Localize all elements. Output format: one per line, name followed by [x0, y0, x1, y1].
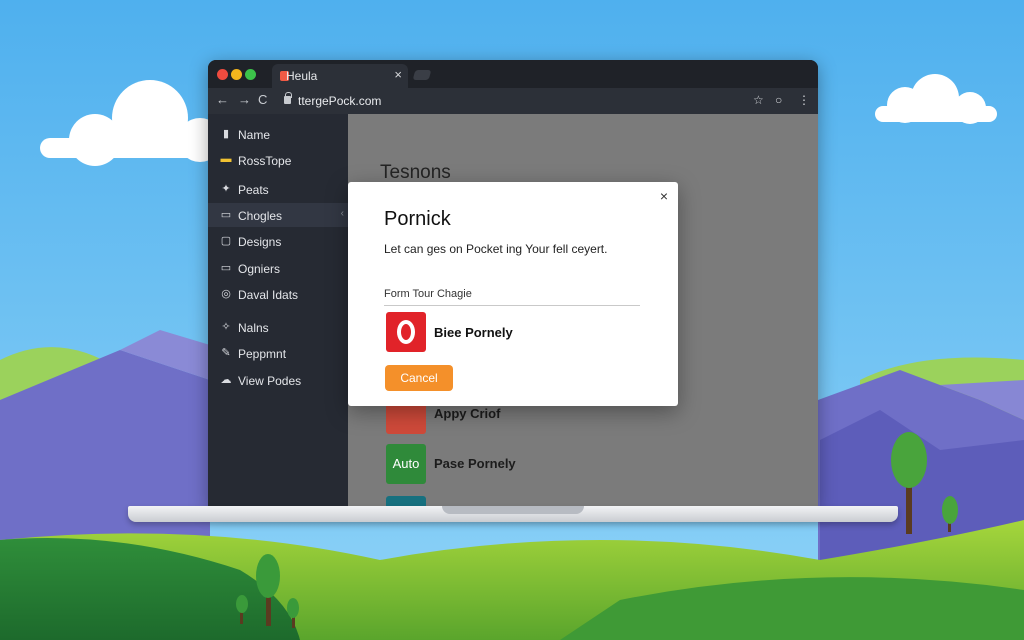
sidebar-item-name[interactable]: ▮ Name — [208, 122, 348, 146]
tab-title: Heula — [286, 69, 318, 83]
sidebar-item-rosstope[interactable]: ▬ RossTope — [208, 148, 348, 172]
sidebar-item-label: Name — [238, 128, 271, 142]
sidebar-item-label: Ogniers — [238, 262, 281, 276]
browser-menu-icon[interactable]: ⋮ — [798, 93, 810, 107]
folder-outline-icon: ▭ — [220, 262, 232, 274]
tab-close-icon[interactable]: × — [394, 67, 402, 82]
app-list-item[interactable]: Auto Pase Pornely — [386, 444, 766, 486]
sidebar-item-label: View Podes — [238, 374, 302, 388]
form-field[interactable]: Form Tour Chagie — [384, 288, 640, 306]
target-icon: ◎ — [221, 288, 231, 300]
forward-arrow-icon[interactable]: → — [238, 92, 251, 107]
cloud-icon: ☁ — [220, 374, 232, 386]
sidebar-item-designs[interactable]: ▢ Designs — [208, 229, 348, 253]
sidebar-item-label: RossTope — [238, 154, 292, 168]
star-outline-icon: ✧ — [221, 321, 231, 333]
address-bar[interactable]: ttergePock.com — [278, 91, 748, 111]
sidebar-item-daval-idats[interactable]: ◎ Daval Idats — [208, 282, 348, 306]
browser-tab[interactable]: Heula × — [272, 64, 408, 88]
url-text: ttergePock.com — [298, 94, 382, 108]
sidebar-item-label: Chogles — [238, 209, 283, 223]
laptop-base — [128, 506, 898, 522]
ring-icon — [397, 320, 415, 344]
page-title: Tesnons — [380, 162, 451, 183]
chevron-left-icon[interactable]: ‹ — [341, 208, 344, 219]
new-tab-button[interactable] — [412, 70, 432, 80]
card-icon: ▭ — [220, 209, 232, 221]
dialog-message: Let can ges on Pocket ing Your fell ceye… — [384, 242, 608, 256]
app-tile-icon: Auto — [386, 444, 426, 484]
app-name: Pase Pornely — [434, 456, 516, 471]
dialog-title: Pornick — [384, 208, 451, 230]
sidebar-item-peppmnt[interactable]: ✎ Peppmnt — [208, 341, 348, 365]
opera-logo-icon — [386, 312, 426, 352]
pencil-icon: ✎ — [221, 347, 231, 359]
window-maximize-button[interactable] — [245, 69, 256, 80]
sidebar-item-ogniers[interactable]: ▭ Ogniers — [208, 256, 348, 280]
option-name: Biee Pornely — [434, 325, 513, 340]
sidebar-item-chogles[interactable]: ▭ Chogles ‹ — [208, 203, 348, 227]
window-minimize-button[interactable] — [231, 69, 242, 80]
close-icon[interactable]: × — [660, 188, 668, 204]
sidebar: ▮ Name ▬ RossTope ✦ Peats ▭ Chogles ‹ ▢ … — [208, 114, 348, 508]
bookmark-star-icon[interactable]: ☆ — [753, 93, 764, 107]
lock-icon — [284, 92, 292, 104]
window-close-button[interactable] — [217, 69, 228, 80]
sidebar-item-label: Nalns — [238, 321, 269, 335]
sidebar-item-nalns[interactable]: ✧ Nalns — [208, 315, 348, 339]
sidebar-item-label: Designs — [238, 235, 282, 249]
sparkle-icon: ✦ — [221, 183, 231, 195]
sidebar-item-view-podes[interactable]: ☁ View Podes — [208, 368, 348, 392]
folder-icon: ▬ — [220, 153, 232, 165]
option-item[interactable]: Biee Pornely — [386, 312, 636, 354]
extension-icon[interactable]: ○ — [775, 93, 782, 107]
cancel-button[interactable]: Cancel — [385, 365, 453, 391]
app-name: Appy Criof — [434, 406, 501, 421]
laptop-notch — [442, 506, 584, 514]
tab-bar: Heula × — [208, 60, 818, 88]
back-arrow-icon[interactable]: ← — [216, 92, 229, 107]
file-icon: ▮ — [222, 128, 230, 140]
browser-toolbar: ← → C ttergePock.com ☆ ○ ⋮ — [208, 88, 818, 114]
sidebar-item-label: Peppmnt — [238, 347, 287, 361]
sidebar-item-label: Daval Idats — [238, 288, 299, 302]
sidebar-item-peats[interactable]: ✦ Peats — [208, 177, 348, 201]
reload-icon[interactable]: C — [258, 92, 267, 107]
sidebar-item-label: Peats — [238, 183, 269, 197]
modal-dialog: × Pornick Let can ges on Pocket ing Your… — [348, 182, 678, 406]
clipboard-icon: ▢ — [220, 235, 232, 247]
